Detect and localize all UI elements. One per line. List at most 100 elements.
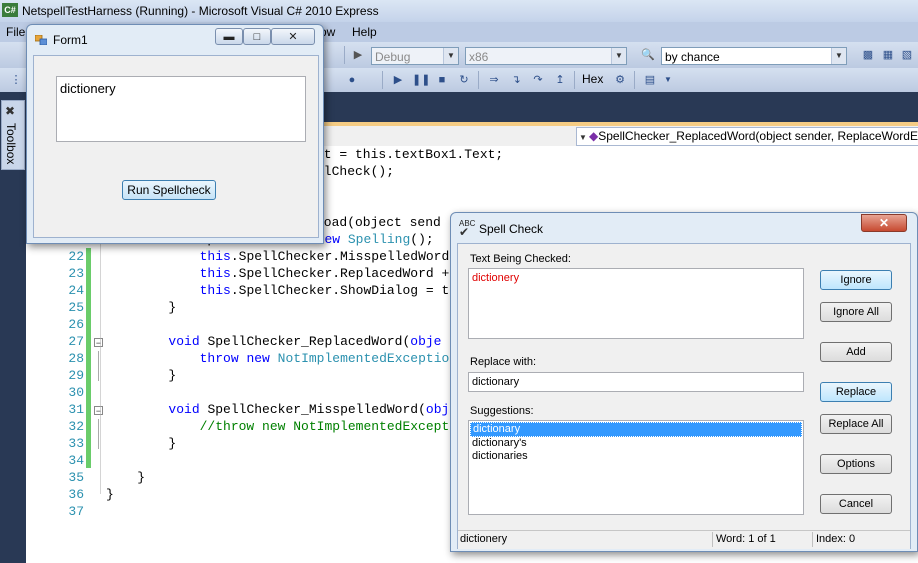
vs-title-bar: C# NetspellTestHarness (Running) - Micro… <box>0 0 918 22</box>
start-debug-icon[interactable]: ▶ <box>350 47 366 63</box>
outline-line <box>98 351 99 381</box>
hex-button[interactable]: Hex <box>582 72 603 86</box>
line-number: 25 <box>68 300 84 315</box>
continue-icon[interactable]: ▶ <box>390 72 406 88</box>
breakpoint-icon[interactable]: ● <box>344 72 360 88</box>
toolbar-separator <box>382 71 383 89</box>
code-line: load(object send <box>316 215 441 230</box>
maximize-button[interactable]: □ <box>243 28 271 45</box>
status-separator <box>812 532 813 547</box>
object-browser-icon[interactable]: ▧ <box>899 47 915 63</box>
line-number: 31 <box>68 402 84 417</box>
replace-all-button[interactable]: Replace All <box>820 414 892 434</box>
spell-check-icon: ABC ✔ <box>459 219 476 239</box>
menu-file[interactable]: File <box>6 25 25 39</box>
suggestions-list[interactable]: dictionary dictionary's dictionaries <box>468 420 804 515</box>
stop-icon[interactable]: ■ <box>434 72 450 88</box>
line-number: 34 <box>68 453 84 468</box>
member-dropdown[interactable]: ▼ ◆SpellChecker_ReplacedWord(object sende… <box>576 127 918 146</box>
member-dropdown-value: SpellChecker_ReplacedWord(object sender,… <box>598 129 918 143</box>
text-input[interactable]: dictionery <box>56 76 306 142</box>
code-line: this.SpellChecker.ReplacedWord + <box>199 266 450 281</box>
line-number: 36 <box>68 487 84 502</box>
chevron-down-icon: ▼ <box>443 48 458 64</box>
toolbar-separator <box>634 71 635 89</box>
code-line: this.SpellChecker.ShowDialog = t <box>199 283 450 298</box>
replace-button[interactable]: Replace <box>820 382 892 402</box>
solution-explorer-icon[interactable]: ▩ <box>860 47 876 63</box>
status-bar: dictionery Word: 1 of 1 Index: 0 <box>458 530 910 549</box>
watch-icon[interactable]: ⚙ <box>612 72 628 88</box>
close-button[interactable]: ✕ <box>271 28 315 45</box>
step-over-icon[interactable]: ↷ <box>530 72 546 88</box>
ignore-button[interactable]: Ignore <box>820 270 892 290</box>
properties-icon[interactable]: ▦ <box>880 47 896 63</box>
suggestion-item[interactable]: dictionaries <box>470 450 802 463</box>
code-line: } <box>106 487 114 502</box>
close-icon: ✕ <box>288 31 298 43</box>
vs-window-title: NetspellTestHarness (Running) - Microsof… <box>22 4 379 18</box>
pause-icon[interactable]: ❚❚ <box>412 72 430 88</box>
ignore-all-button[interactable]: Ignore All <box>820 302 892 322</box>
spell-check-dialog: ABC ✔ Spell Check ✕ Text Being Checked: d… <box>450 212 918 552</box>
options-button[interactable]: Options <box>820 454 892 474</box>
close-button[interactable]: ✕ <box>861 214 907 232</box>
line-number: 37 <box>68 504 84 519</box>
cancel-button[interactable]: Cancel <box>820 494 892 514</box>
code-line: } <box>106 436 177 451</box>
toolbar-separator <box>574 71 575 89</box>
line-number: 32 <box>68 419 84 434</box>
code-line: void SpellChecker_MisspelledWord(obj <box>168 402 450 417</box>
maximize-icon: □ <box>253 31 261 43</box>
menu-help[interactable]: Help <box>352 25 377 39</box>
toolbox-label: Toolbox <box>4 123 18 165</box>
solution-platform-combo[interactable]: x86 ▼ <box>465 47 627 65</box>
toolbox-icon: ✖ <box>5 104 16 118</box>
code-line: } <box>106 368 177 383</box>
code-line: xt = this.textBox1.Text; <box>316 147 504 162</box>
line-number: 29 <box>68 368 84 383</box>
find-combo[interactable]: by chance ▼ <box>661 47 847 65</box>
form1-title: Form1 <box>53 33 88 47</box>
show-next-statement-icon[interactable]: ⇒ <box>486 72 502 88</box>
collapse-icon[interactable]: − <box>94 338 103 348</box>
line-number: 27 <box>68 334 84 349</box>
line-number: 26 <box>68 317 84 332</box>
chevron-down-icon: ▼ <box>579 133 587 142</box>
status-separator <box>712 532 713 547</box>
solution-config-value: Debug <box>375 50 411 64</box>
line-number: 24 <box>68 283 84 298</box>
step-into-icon[interactable]: ↴ <box>508 72 524 88</box>
text-being-checked-box[interactable]: dictionery <box>468 268 804 339</box>
chevron-down-icon: ▼ <box>611 48 626 64</box>
restart-icon[interactable]: ↻ <box>456 72 472 88</box>
minimize-button[interactable]: ▬ <box>215 28 243 45</box>
status-current-word: dictionery <box>460 533 508 545</box>
run-spellcheck-button[interactable]: Run Spellcheck <box>122 180 216 200</box>
code-line: //throw new NotImplementedExcept <box>199 419 450 434</box>
replace-with-input[interactable]: dictionary <box>468 372 804 392</box>
code-line: llCheck(); <box>316 164 395 179</box>
chevron-down-icon[interactable]: ▼ <box>660 72 676 88</box>
solution-config-combo[interactable]: Debug ▼ <box>371 47 459 65</box>
line-number: 35 <box>68 470 84 485</box>
text-being-checked-label: Text Being Checked: <box>470 253 571 265</box>
step-out-icon[interactable]: ↥ <box>552 72 568 88</box>
status-index: Index: 0 <box>816 533 856 545</box>
find-in-files-icon[interactable]: 🔍 <box>640 47 656 63</box>
close-icon: ✕ <box>878 216 890 230</box>
find-value: by chance <box>665 50 720 64</box>
windows-icon[interactable]: ▤ <box>642 72 658 88</box>
toolbox-tab[interactable]: ✖ Toolbox <box>1 100 25 170</box>
suggestion-item[interactable]: dictionary's <box>470 437 802 450</box>
chevron-down-icon: ▼ <box>831 48 846 64</box>
line-number: 22 <box>68 249 84 264</box>
add-button[interactable]: Add <box>820 342 892 362</box>
form1-client-area: dictionery Run Spellcheck <box>33 55 319 238</box>
suggestion-item[interactable]: dictionary <box>470 422 802 437</box>
line-number: 33 <box>68 436 84 451</box>
line-number: 23 <box>68 266 84 281</box>
solution-platform-value: x86 <box>469 50 489 64</box>
collapse-icon[interactable]: − <box>94 406 103 416</box>
dialog-client-area: Text Being Checked: dictionery Replace w… <box>457 243 911 549</box>
